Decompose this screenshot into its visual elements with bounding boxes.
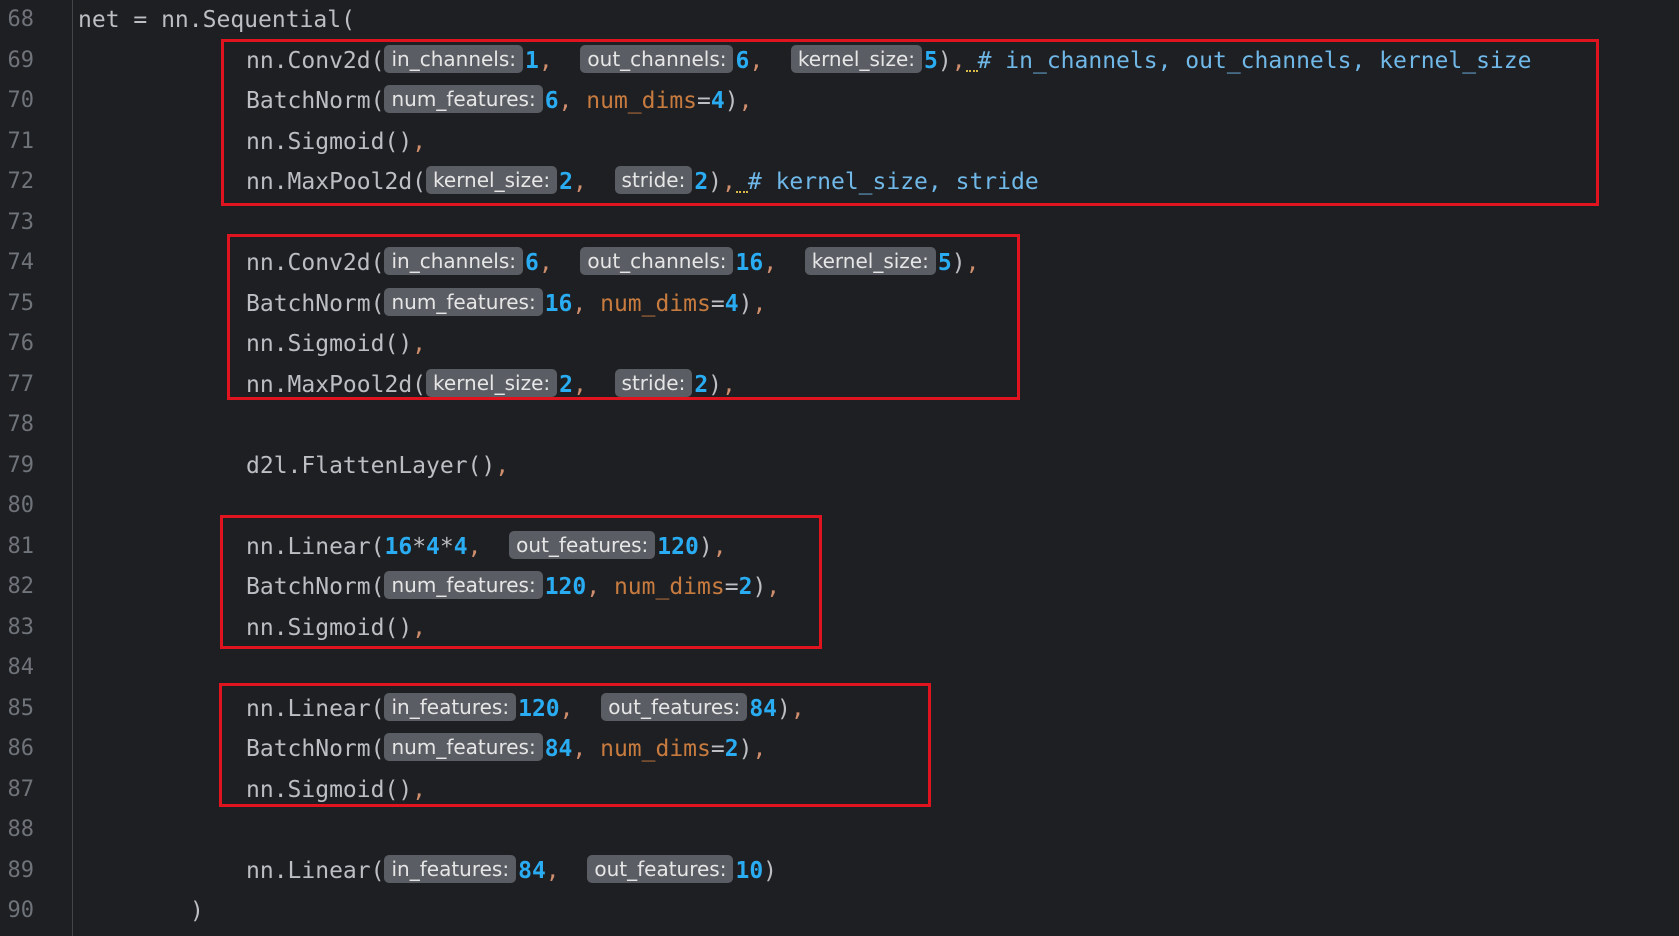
line-number: 80 bbox=[7, 493, 35, 518]
code-line[interactable]: 68 net = nn.Sequential( bbox=[0, 0, 1679, 40]
line-number: 86 bbox=[7, 736, 35, 761]
code-token: , bbox=[495, 452, 510, 479]
line-number: 71 bbox=[7, 128, 35, 154]
line-number: 78 bbox=[7, 412, 35, 437]
line-number: 85 bbox=[7, 695, 35, 721]
code-text[interactable]: nn.Linear(in_features: 84, out_features: 1… bbox=[246, 851, 777, 891]
highlight-box-linear-block-2 bbox=[219, 683, 931, 807]
code-line[interactable]: 90) bbox=[0, 891, 1679, 931]
line-number: 81 bbox=[7, 533, 35, 559]
line-number: 68 bbox=[7, 7, 35, 32]
line-number: 77 bbox=[7, 371, 35, 397]
code-editor[interactable]: 68 net = nn.Sequential(69 nn.Conv2d(in_cha… bbox=[0, 0, 1679, 936]
line-number: 79 bbox=[7, 452, 35, 478]
highlight-box-conv-block-1 bbox=[221, 39, 1599, 206]
code-line[interactable]: 88 bbox=[0, 810, 1679, 850]
parameter-hint: in_features: bbox=[384, 854, 517, 883]
code-token: nn.Linear( bbox=[246, 857, 385, 884]
code-token: net = nn.Sequential( bbox=[78, 7, 355, 33]
parameter-hint: out_features: bbox=[587, 854, 734, 883]
line-number: 73 bbox=[7, 209, 35, 235]
code-token: , bbox=[545, 857, 588, 884]
number-literal: 84 bbox=[518, 857, 546, 884]
line-number: 87 bbox=[7, 776, 35, 802]
code-line[interactable]: 79 d2l.FlattenLayer(), bbox=[0, 446, 1679, 486]
code-token: d2l.FlattenLayer() bbox=[246, 452, 496, 479]
number-literal: 10 bbox=[735, 857, 764, 884]
code-line[interactable]: 84 bbox=[0, 648, 1679, 688]
line-number: 72 bbox=[7, 169, 35, 194]
line-number: 76 bbox=[7, 331, 35, 356]
line-number: 89 bbox=[7, 857, 35, 883]
code-line[interactable]: 89 nn.Linear(in_features: 84, out_features… bbox=[0, 851, 1679, 891]
code-token: ) bbox=[763, 857, 778, 884]
line-number: 90 bbox=[7, 898, 35, 923]
line-number: 88 bbox=[7, 817, 35, 842]
line-number: 74 bbox=[7, 250, 35, 275]
line-number: 84 bbox=[7, 655, 35, 680]
code-line[interactable]: 78 bbox=[0, 405, 1679, 445]
line-number: 69 bbox=[7, 47, 35, 73]
line-number: 70 bbox=[7, 88, 35, 113]
line-number: 75 bbox=[7, 290, 35, 316]
code-text[interactable]: ) bbox=[190, 891, 204, 931]
line-number: 82 bbox=[7, 574, 35, 599]
highlight-box-conv-block-2 bbox=[227, 234, 1020, 400]
line-number: 83 bbox=[7, 614, 35, 640]
code-token: ) bbox=[190, 898, 204, 924]
code-text[interactable]: net = nn.Sequential( bbox=[78, 0, 355, 40]
highlight-box-linear-block-1 bbox=[220, 515, 822, 649]
code-text[interactable]: d2l.FlattenLayer(), bbox=[246, 446, 509, 486]
